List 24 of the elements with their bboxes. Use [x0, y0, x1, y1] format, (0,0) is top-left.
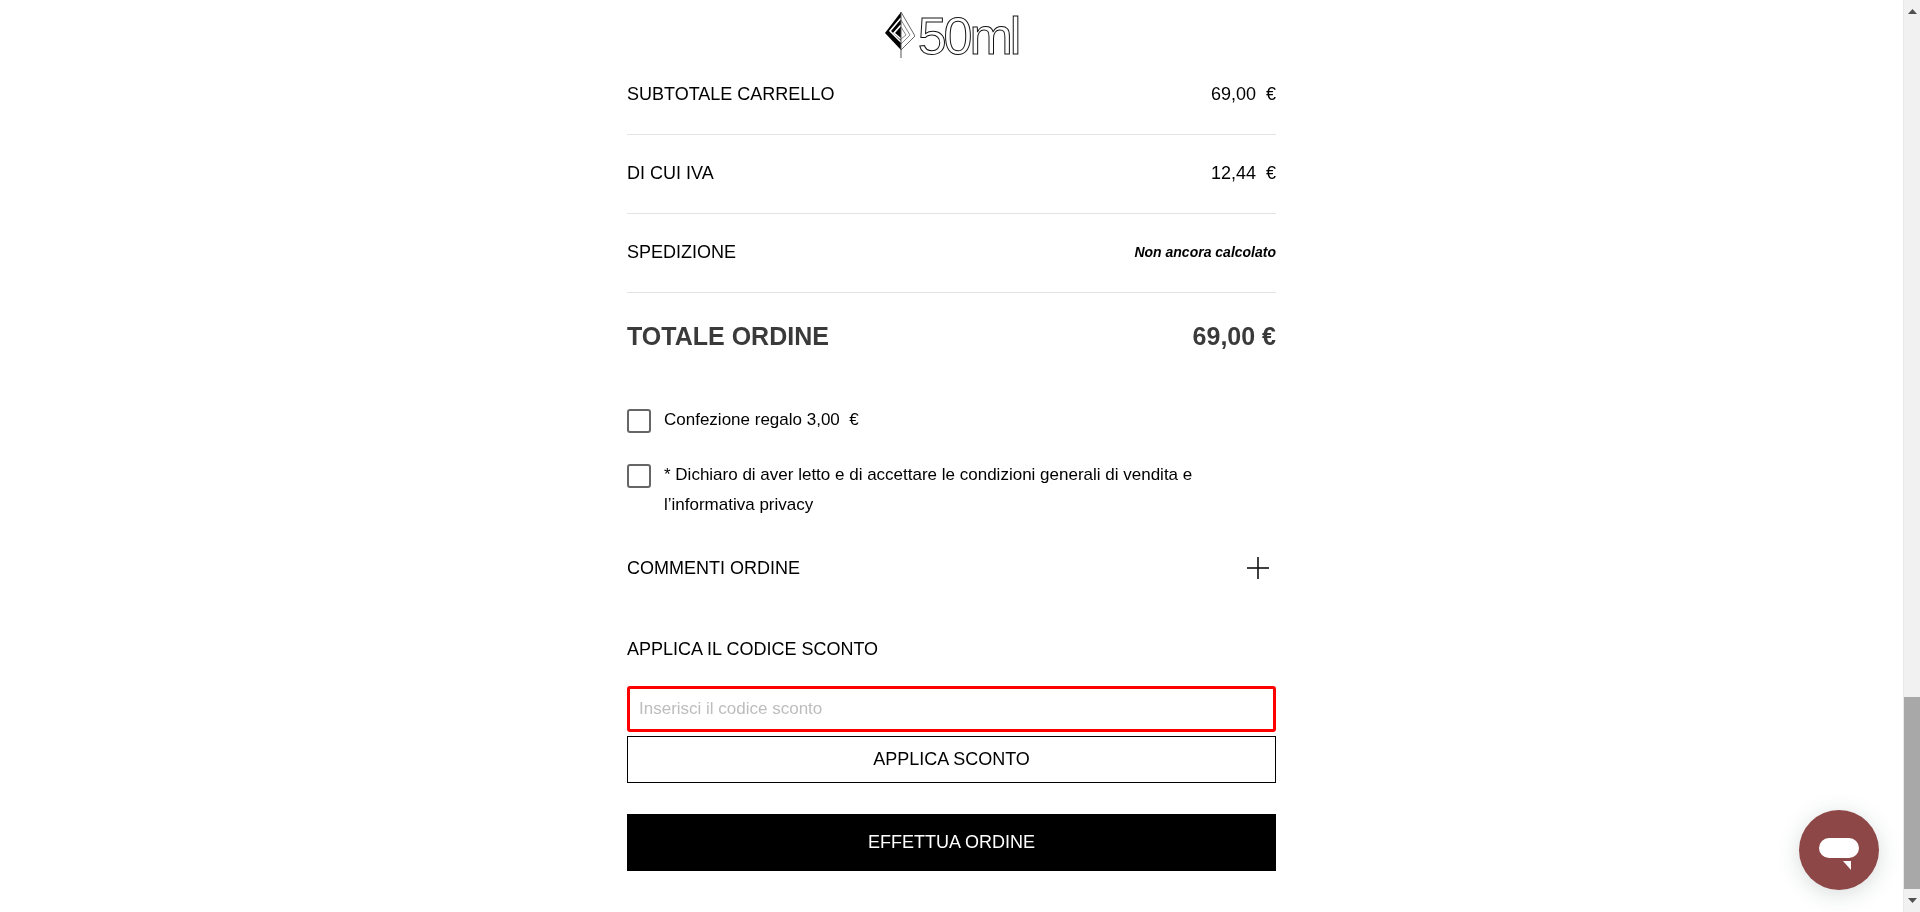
summary-note: Non ancora calcolato [1134, 242, 1276, 262]
checkbox-label: Confezione regalo 3,00 € [664, 409, 859, 431]
scroll-down-arrow-icon[interactable] [1907, 898, 1917, 903]
total-label: TOTALE ORDINE [627, 321, 829, 353]
place-order-button[interactable]: EFFETTUA ORDINE [627, 814, 1276, 871]
summary-label: DI CUI IVA [627, 161, 714, 185]
summary-value: 69,00 € [1210, 82, 1276, 106]
checkbox[interactable] [627, 464, 651, 488]
summary-label: SUBTOTALE CARRELLO [627, 82, 835, 106]
discount-heading: APPLICA IL CODICE SCONTO [627, 638, 880, 661]
discount-code-field[interactable]: Inserisci il codice sconto [627, 686, 1276, 732]
leaf-logo-icon[interactable] [884, 12, 915, 58]
order-comments-toggle[interactable]: COMMENTI ORDINE [627, 544, 1276, 592]
scroll-up-arrow-icon[interactable] [1907, 9, 1917, 14]
logo-text[interactable]: 50ml [917, 13, 1019, 59]
summary-label: SPEDIZIONE [627, 240, 737, 264]
scrollbar[interactable] [1903, 0, 1920, 912]
speech-bubble-icon [1819, 838, 1859, 870]
apply-discount-button[interactable]: APPLICA SCONTO [627, 736, 1276, 783]
summary-value: 12,44 € [1210, 161, 1276, 185]
checkbox[interactable] [627, 409, 651, 433]
checkbox-label: * Dichiaro di aver letto e di accettare le condizioni generali di vendita e l’informativa privacy [664, 464, 1194, 516]
total-value: 69,00 € [1192, 321, 1276, 353]
scrollbar-thumb[interactable] [1904, 697, 1920, 889]
